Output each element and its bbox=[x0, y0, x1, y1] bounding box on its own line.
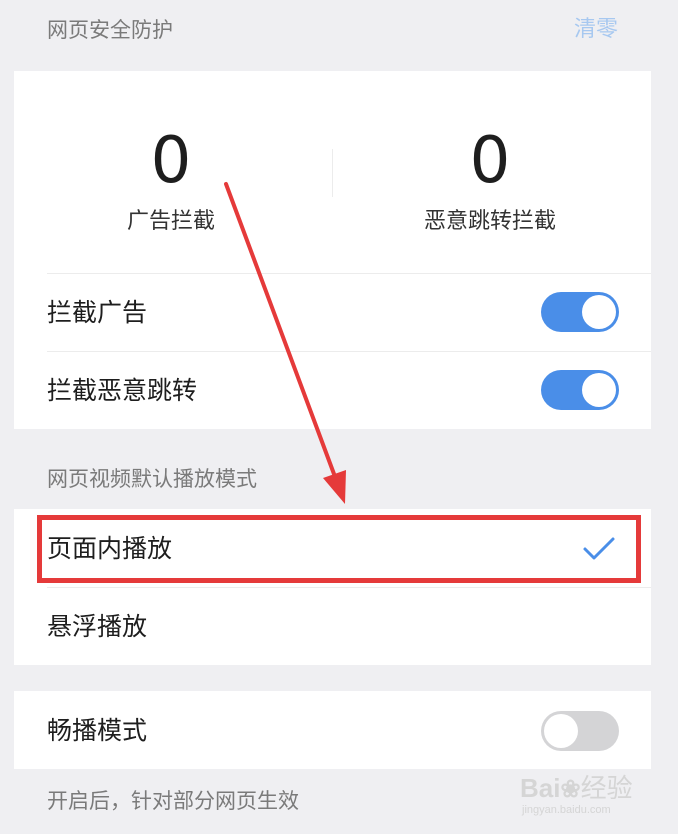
baidu-watermark: Bai❀经验 jingyan.baidu.com bbox=[520, 762, 670, 822]
paw-icon: ❀ bbox=[560, 776, 581, 803]
watermark-text-main: Bai bbox=[520, 773, 561, 803]
red-arrow-annotation bbox=[224, 182, 346, 504]
watermark-logo: Bai❀经验 bbox=[520, 768, 633, 805]
watermark-text-after: 经验 bbox=[580, 773, 633, 803]
watermark-url: jingyan.baidu.com bbox=[522, 804, 611, 816]
